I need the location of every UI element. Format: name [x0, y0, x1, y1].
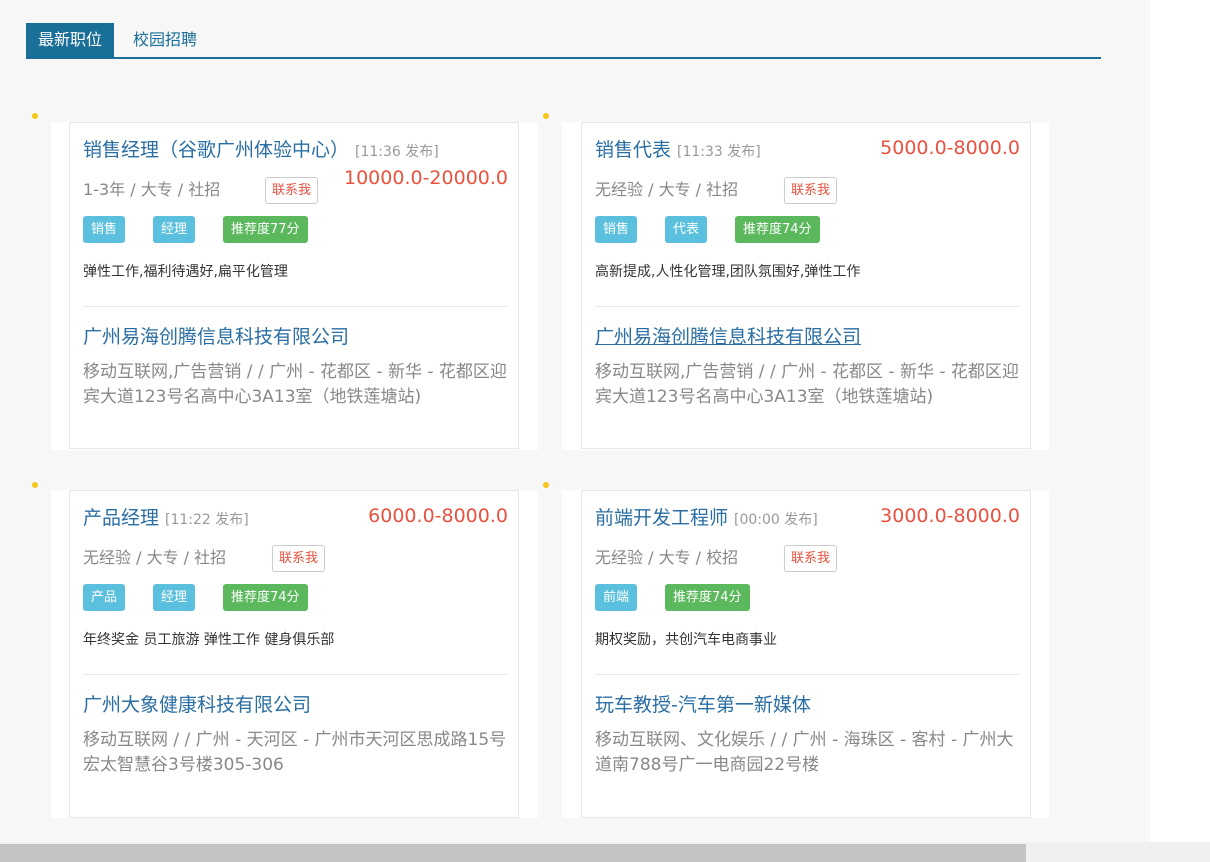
- job-requirements: 无经验 / 大专 / 社招: [83, 548, 227, 567]
- bullet-dot: [543, 482, 549, 488]
- divider: [83, 306, 508, 307]
- recommend-score-badge: 推荐度74分: [735, 216, 820, 243]
- salary: 3000.0-8000.0: [880, 505, 1020, 527]
- salary: 5000.0-8000.0: [880, 137, 1020, 159]
- job-title-link[interactable]: 销售经理（谷歌广州体验中心） [11:36 发布]: [83, 135, 439, 162]
- tab-campus-recruitment[interactable]: 校园招聘: [121, 23, 209, 57]
- job-title[interactable]: 产品经理: [83, 507, 159, 529]
- horizontal-scrollbar-thumb[interactable]: [0, 844, 1026, 862]
- job-card: 前端开发工程师 [00:00 发布] 3000.0-8000.0 无经验 / 大专…: [581, 490, 1031, 818]
- publish-time: [00:00 发布]: [734, 512, 818, 528]
- tag-label: 经理: [153, 216, 196, 243]
- contact-me-button[interactable]: 联系我: [272, 545, 326, 572]
- job-card: 销售经理（谷歌广州体验中心） [11:36 发布] 10000.0-20000.0…: [69, 122, 519, 449]
- job-benefits: 高新提成,人性化管理,团队氛围好,弹性工作: [595, 264, 861, 280]
- job-title-link[interactable]: 产品经理 [11:22 发布]: [83, 503, 249, 530]
- contact-me-button[interactable]: 联系我: [784, 545, 838, 572]
- job-benefits: 年终奖金 员工旅游 弹性工作 健身俱乐部: [83, 632, 335, 648]
- company-address: 移动互联网,广告营销 / / 广州 - 花都区 - 新华 - 花都区迎宾大道12…: [83, 362, 507, 407]
- company-name-link[interactable]: 广州易海创腾信息科技有限公司: [595, 322, 861, 349]
- publish-time: [11:22 发布]: [165, 512, 249, 528]
- company-address: 移动互联网 / / 广州 - 天河区 - 广州市天河区思成路15号宏太智慧谷3号…: [83, 730, 507, 775]
- tag-label: 经理: [153, 584, 196, 611]
- tag-label: 销售: [83, 216, 126, 243]
- contact-me-button[interactable]: 联系我: [784, 177, 838, 204]
- company-name-link[interactable]: 广州大象健康科技有限公司: [83, 690, 311, 717]
- job-title-link[interactable]: 销售代表 [11:33 发布]: [595, 135, 761, 162]
- tag-label: 代表: [665, 216, 708, 243]
- job-requirements: 无经验 / 大专 / 校招: [595, 548, 739, 567]
- recommend-score-badge: 推荐度74分: [665, 584, 750, 611]
- job-benefits: 期权奖励，共创汽车电商事业: [595, 632, 777, 648]
- tag-label: 前端: [595, 584, 638, 611]
- job-title-link[interactable]: 前端开发工程师 [00:00 发布]: [595, 503, 818, 530]
- job-title[interactable]: 销售经理（谷歌广州体验中心）: [83, 139, 349, 161]
- divider: [595, 306, 1020, 307]
- job-card: 销售代表 [11:33 发布] 5000.0-8000.0 无经验 / 大专 / …: [581, 122, 1031, 449]
- job-requirements: 无经验 / 大专 / 社招: [595, 180, 739, 199]
- bullet-dot: [543, 113, 549, 119]
- job-title[interactable]: 销售代表: [595, 139, 671, 161]
- recommend-score-badge: 推荐度74分: [223, 584, 308, 611]
- company-name-link[interactable]: 玩车教授-汽车第一新媒体: [595, 690, 811, 717]
- divider: [83, 674, 508, 675]
- publish-time: [11:36 发布]: [355, 144, 439, 160]
- contact-me-button[interactable]: 联系我: [265, 177, 319, 204]
- tag-label: 销售: [595, 216, 638, 243]
- company-address: 移动互联网,广告营销 / / 广州 - 花都区 - 新华 - 花都区迎宾大道12…: [595, 362, 1019, 407]
- bullet-dot: [32, 113, 38, 119]
- job-card: 产品经理 [11:22 发布] 6000.0-8000.0 无经验 / 大专 / …: [69, 490, 519, 818]
- publish-time: [11:33 发布]: [677, 144, 761, 160]
- job-title[interactable]: 前端开发工程师: [595, 507, 728, 529]
- bullet-dot: [32, 482, 38, 488]
- tab-latest-jobs[interactable]: 最新职位: [26, 23, 115, 57]
- company-name-link[interactable]: 广州易海创腾信息科技有限公司: [83, 322, 349, 349]
- company-address: 移动互联网、文化娱乐 / / 广州 - 海珠区 - 客村 - 广州大道南788号…: [595, 730, 1014, 775]
- divider: [595, 674, 1020, 675]
- recommend-score-badge: 推荐度77分: [223, 216, 308, 243]
- job-benefits: 弹性工作,福利待遇好,扁平化管理: [83, 264, 288, 280]
- job-requirements: 1-3年 / 大专 / 社招: [83, 180, 221, 199]
- salary: 6000.0-8000.0: [368, 505, 508, 527]
- job-tabs: 最新职位 校园招聘: [26, 23, 1101, 59]
- salary: 10000.0-20000.0: [344, 167, 508, 189]
- tag-label: 产品: [83, 584, 126, 611]
